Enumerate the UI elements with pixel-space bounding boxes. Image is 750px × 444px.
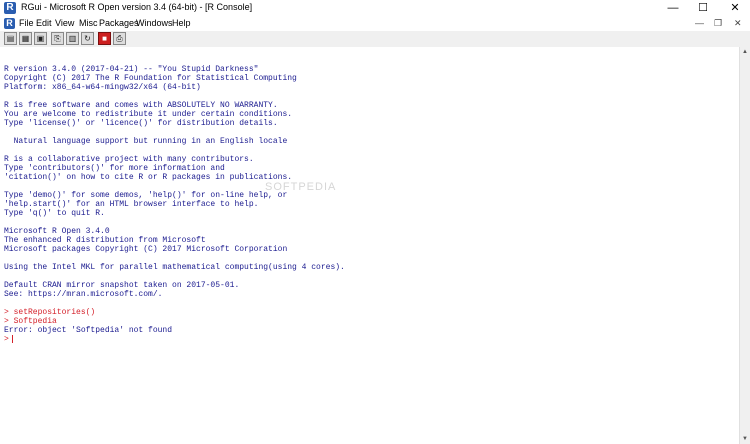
- console-line: R is free software and comes with ABSOLU…: [4, 101, 278, 110]
- console-line: The enhanced R distribution from Microso…: [4, 236, 206, 245]
- console-line: 'citation()' on how to cite R or R packa…: [4, 173, 293, 182]
- print-icon[interactable]: ⎙: [113, 32, 126, 45]
- open-script-icon[interactable]: ▤: [4, 32, 17, 45]
- load-workspace-icon[interactable]: ▦: [19, 32, 32, 45]
- menu-misc[interactable]: Misc: [79, 18, 98, 28]
- r-app-icon: R: [4, 2, 16, 14]
- console-line: R is a collaborative project with many c…: [4, 155, 254, 164]
- r-console[interactable]: R version 3.4.0 (2017-04-21) -- "You Stu…: [0, 47, 739, 444]
- console-minimize-button[interactable]: —: [695, 18, 704, 28]
- menu-help[interactable]: Help: [172, 18, 191, 28]
- console-command: >: [4, 335, 9, 344]
- console-line: Type 'q()' to quit R.: [4, 209, 105, 218]
- menu-file[interactable]: File: [19, 18, 34, 28]
- console-line: Microsoft R Open 3.4.0: [4, 227, 110, 236]
- maximize-button[interactable]: ☐: [692, 0, 714, 17]
- console-line: Natural language support but running in …: [4, 137, 288, 146]
- stop-icon[interactable]: ■: [98, 32, 111, 45]
- window-title: RGui - Microsoft R Open version 3.4 (64-…: [21, 2, 253, 12]
- console-line: Default CRAN mirror snapshot taken on 20…: [4, 281, 240, 290]
- console-line: Using the Intel MKL for parallel mathema…: [4, 263, 345, 272]
- console-line: See: https://mran.microsoft.com/.: [4, 290, 163, 299]
- close-button[interactable]: ✕: [724, 0, 746, 17]
- console-error: Error: object 'Softpedia' not found: [4, 326, 173, 335]
- console-line: Type 'contributors()' for more informati…: [4, 164, 225, 173]
- scroll-down-icon[interactable]: ▼: [740, 434, 750, 444]
- console-line: You are welcome to redistribute it under…: [4, 110, 293, 119]
- console-line: 'help.start()' for an HTML browser inter…: [4, 200, 259, 209]
- scroll-up-icon[interactable]: ▲: [740, 47, 750, 57]
- console-line: Copyright (C) 2017 The R Foundation for …: [4, 74, 297, 83]
- save-workspace-icon[interactable]: ▣: [34, 32, 47, 45]
- console-command: > Softpedia: [4, 317, 57, 326]
- console-line: R version 3.4.0 (2017-04-21) -- "You Stu…: [4, 65, 259, 74]
- vertical-scrollbar[interactable]: ▲ ▼: [739, 47, 750, 444]
- menu-view[interactable]: View: [55, 18, 74, 28]
- console-command: > setRepositories(): [4, 308, 96, 317]
- r-console-icon[interactable]: R: [4, 18, 15, 29]
- minimize-button[interactable]: —: [662, 0, 684, 17]
- text-cursor: [12, 335, 13, 343]
- paste-icon[interactable]: ▥: [66, 32, 79, 45]
- menu-packages[interactable]: Packages: [99, 18, 139, 28]
- console-close-button[interactable]: ✕: [734, 18, 742, 29]
- menu-windows[interactable]: Windows: [136, 18, 173, 28]
- console-line: Platform: x86_64-w64-mingw32/x64 (64-bit…: [4, 83, 201, 92]
- menu-bar: R File Edit View Misc Packages Windows H…: [0, 17, 750, 31]
- console-line: Type 'license()' or 'licence()' for dist…: [4, 119, 278, 128]
- copy-icon[interactable]: ⎘: [51, 32, 64, 45]
- console-restore-button[interactable]: ❐: [714, 18, 722, 29]
- watermark: SOFTPEDIA: [265, 181, 337, 193]
- console-line: Type 'demo()' for some demos, 'help()' f…: [4, 191, 288, 200]
- title-bar: R RGui - Microsoft R Open version 3.4 (6…: [0, 0, 750, 18]
- toolbar: ▤ ▦ ▣ ⎘ ▥ ↻ ■ ⎙: [0, 31, 750, 48]
- console-line: Microsoft packages Copyright (C) 2017 Mi…: [4, 245, 288, 254]
- menu-edit[interactable]: Edit: [36, 18, 52, 28]
- copy-paste-icon[interactable]: ↻: [81, 32, 94, 45]
